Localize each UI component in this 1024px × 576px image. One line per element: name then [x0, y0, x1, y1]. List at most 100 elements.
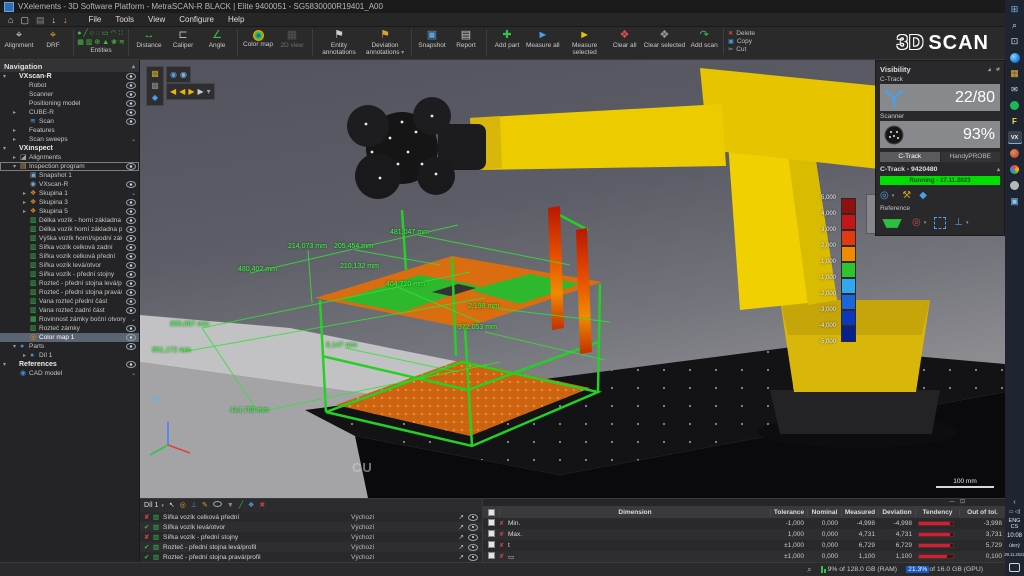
tree-expander-icon[interactable]	[23, 199, 30, 206]
tree-visibility-icon[interactable]	[126, 280, 136, 287]
tree-visibility-icon[interactable]	[126, 199, 136, 206]
row-checkbox[interactable]	[488, 541, 495, 548]
tree-expander-icon[interactable]	[3, 145, 10, 152]
viewport-tool-icon[interactable]	[152, 93, 158, 103]
tree-item[interactable]: VXscan-R	[0, 180, 139, 189]
column-measured[interactable]: Measured	[841, 509, 878, 516]
minimize-panel-icon[interactable]: —	[949, 499, 955, 506]
tree-visibility-icon[interactable]	[126, 262, 136, 269]
taskbar-app-icon[interactable]	[1008, 99, 1022, 112]
ribbon-button[interactable]: Distance	[132, 28, 166, 50]
column-tolerance[interactable]: Tolerance	[770, 509, 807, 516]
edit-action-button[interactable]: Delete	[728, 30, 755, 37]
ribbon-button[interactable]	[73, 29, 74, 56]
cone-filter-icon[interactable]	[919, 190, 927, 202]
ribbon-button[interactable]: Clear selected	[642, 28, 688, 50]
pin-icon[interactable]: ∗	[995, 66, 1000, 73]
taskbar-app-icon[interactable]	[1008, 179, 1022, 192]
part-toolbar-icon[interactable]	[180, 501, 186, 510]
dropdown-caret-icon[interactable]: ▾	[924, 220, 927, 226]
tree-item[interactable]: Rozteč - přední stojna pravá/profil	[0, 288, 139, 297]
tree-item[interactable]: Délka vozík - horní základna levá	[0, 216, 139, 225]
taskbar-app-icon[interactable]	[1008, 83, 1022, 96]
dropdown-caret-icon[interactable]: ▾	[966, 220, 969, 226]
quick-access-button[interactable]	[36, 14, 45, 26]
inspection-row[interactable]: Šířka vozík levá/otvor Výchozí	[140, 522, 482, 532]
results-row[interactable]: Max. 1,000 0,000 4,731 4,731 3,731	[483, 529, 1005, 540]
dropdown-caret-icon[interactable]: ▾	[892, 193, 895, 199]
ribbon-button[interactable]: Deviation annotations	[362, 28, 408, 58]
row-checkbox[interactable]	[488, 552, 495, 559]
ribbon-button[interactable]: Caliper	[166, 28, 200, 50]
ribbon-button[interactable]	[312, 29, 313, 56]
tree-item[interactable]: Skupina 5	[0, 207, 139, 216]
tree-visibility-icon[interactable]	[126, 361, 136, 368]
column-tendency[interactable]: Tendency	[915, 509, 959, 516]
settings-wrench-icon[interactable]	[902, 190, 911, 202]
taskbar-app-icon[interactable]	[1008, 115, 1022, 128]
tree-visibility-icon[interactable]	[126, 298, 136, 305]
measurement-annotation[interactable]: 480,402 mm	[238, 266, 277, 273]
tree-item[interactable]: Features	[0, 126, 139, 135]
viewport-tool-icon[interactable]	[151, 81, 159, 91]
visibility-eye-icon[interactable]	[468, 544, 478, 551]
inspection-row[interactable]: Šířka vozík - přední stojny Výchozí	[140, 532, 482, 542]
measurement-annotation[interactable]: 414,768 mm	[230, 407, 269, 414]
tree-visibility-icon[interactable]	[126, 244, 136, 251]
taskbar-app-icon[interactable]	[1008, 147, 1022, 160]
triad-reference-icon[interactable]	[954, 217, 963, 229]
tree-item[interactable]: Positioning model	[0, 99, 139, 108]
inspection-row[interactable]: Šířka vozík celková přední Výchozí	[140, 512, 482, 522]
tree-item[interactable]: Šířka vozík celková zadní	[0, 243, 139, 252]
menu-item[interactable]: View	[141, 13, 172, 26]
tree-visibility-icon[interactable]	[126, 226, 136, 233]
tree-visibility-icon[interactable]	[126, 82, 136, 89]
tree-expander-icon[interactable]	[13, 163, 20, 170]
viewport-playback-icon[interactable]	[197, 87, 203, 97]
menu-item[interactable]: Configure	[172, 13, 221, 26]
tray-expand-icon[interactable]: ‹	[1013, 499, 1015, 506]
menu-item[interactable]: File	[81, 13, 108, 26]
ribbon-button[interactable]: 2D view	[275, 28, 309, 50]
viewport-playback-icon[interactable]	[170, 87, 176, 97]
quick-access-button[interactable]	[63, 14, 68, 26]
device-tab[interactable]: HandyPROBE	[941, 152, 1001, 162]
part-toolbar-icon[interactable]	[213, 501, 222, 510]
tree-visibility-icon[interactable]	[126, 181, 136, 188]
column-dimension[interactable]: Dimension	[499, 509, 770, 516]
edit-action-button[interactable]: Copy	[728, 38, 755, 45]
column-nominal[interactable]: Nominal	[807, 509, 841, 516]
tree-item[interactable]: Inspection program	[0, 162, 139, 171]
edit-action-button[interactable]: Cut	[728, 46, 755, 53]
tree-item[interactable]: Rozteč zámky	[0, 324, 139, 333]
tree-visibility-icon[interactable]	[126, 343, 136, 350]
ribbon-button[interactable]	[411, 29, 412, 56]
tree-visibility-icon[interactable]	[126, 334, 136, 341]
tree-visibility-icon[interactable]	[126, 307, 136, 314]
tree-visibility-icon[interactable]	[126, 109, 136, 116]
inspection-row[interactable]: Rozteč - přední stojna levá/profil Výcho…	[140, 542, 482, 552]
tree-visibility-icon[interactable]	[126, 91, 136, 98]
tree-item[interactable]: References	[0, 360, 139, 369]
tree-item[interactable]: CUBE-R	[0, 108, 139, 117]
language-indicator[interactable]: ENG CS	[1009, 518, 1021, 530]
frame-target-icon[interactable]	[934, 217, 946, 229]
tree-visibility-icon[interactable]	[126, 289, 136, 296]
ribbon-button[interactable]: Entity annotations	[316, 28, 362, 57]
tree-expander-icon[interactable]	[23, 352, 30, 359]
visibility-eye-icon[interactable]	[468, 534, 478, 541]
tree-expander-icon[interactable]	[23, 190, 30, 197]
ribbon-button[interactable]	[128, 29, 129, 56]
tree-visibility-icon[interactable]	[126, 208, 136, 215]
ribbon-button[interactable]: Angle	[200, 28, 234, 50]
viewport-playback-icon[interactable]	[188, 87, 194, 97]
tree-item[interactable]: Šířka vozík - přední stojny	[0, 270, 139, 279]
ribbon-button[interactable]	[237, 29, 238, 56]
track-target-icon[interactable]	[880, 190, 889, 202]
measure-icon[interactable]	[459, 513, 464, 521]
tree-visibility-icon[interactable]	[126, 235, 136, 242]
tree-visibility-icon[interactable]	[126, 73, 136, 80]
tree-visibility-icon[interactable]	[131, 190, 136, 197]
ribbon-button[interactable]: DRF	[36, 28, 70, 50]
part-toolbar-icon[interactable]	[202, 501, 208, 510]
